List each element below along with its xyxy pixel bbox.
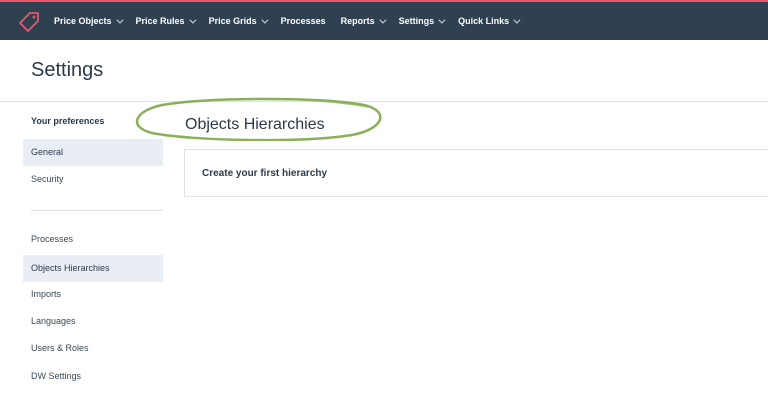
chevron-down-icon: [379, 16, 387, 24]
sidebar-item-languages[interactable]: Languages: [23, 308, 163, 335]
nav-price-objects[interactable]: Price Objects: [54, 16, 123, 26]
top-navigation-bar: Price Objects Price Rules Price Grids Pr…: [0, 0, 768, 40]
nav-quick-links[interactable]: Quick Links: [458, 16, 521, 26]
nav-processes[interactable]: Processes: [281, 16, 326, 26]
sidebar-heading: Your preferences: [31, 116, 105, 126]
chevron-down-icon: [513, 16, 521, 24]
page-header: Settings: [0, 40, 768, 102]
section-title: Objects Hierarchies: [185, 116, 325, 133]
price-tag-icon[interactable]: [18, 11, 40, 33]
sidebar-item-dw-settings[interactable]: DW Settings: [23, 363, 163, 390]
chevron-down-icon: [115, 16, 123, 24]
nav-label: Price Objects: [54, 16, 112, 26]
sidebar-item-objects-hierarchies[interactable]: Objects Hierarchies: [23, 255, 163, 282]
main-nav: Price Objects Price Rules Price Grids Pr…: [54, 2, 533, 40]
sidebar-item-users-roles[interactable]: Users & Roles: [23, 335, 163, 362]
nav-price-rules[interactable]: Price Rules: [135, 16, 197, 26]
nav-label: Price Grids: [208, 16, 257, 26]
create-hierarchy-link[interactable]: Create your first hierarchy: [202, 168, 327, 179]
nav-label: Quick Links: [458, 16, 510, 26]
nav-reports[interactable]: Reports: [340, 16, 387, 26]
chevron-down-icon: [260, 16, 269, 24]
sidebar-item-processes[interactable]: Processes: [23, 226, 163, 253]
nav-label: Processes: [280, 16, 326, 26]
chevron-down-icon: [438, 16, 446, 24]
chevron-down-icon: [188, 16, 197, 24]
empty-state-card[interactable]: Create your first hierarchy: [184, 149, 768, 197]
nav-price-grids[interactable]: Price Grids: [208, 16, 269, 26]
sidebar-item-general[interactable]: General: [23, 139, 163, 166]
nav-label: Settings: [398, 16, 435, 26]
nav-label: Reports: [340, 16, 375, 26]
sidebar-divider: [31, 210, 163, 211]
sidebar-item-security[interactable]: Security: [23, 166, 163, 193]
sidebar-item-imports[interactable]: Imports: [23, 281, 163, 308]
nav-label: Price Rules: [135, 16, 185, 26]
nav-settings[interactable]: Settings: [398, 16, 446, 26]
page-title: Settings: [31, 59, 104, 81]
